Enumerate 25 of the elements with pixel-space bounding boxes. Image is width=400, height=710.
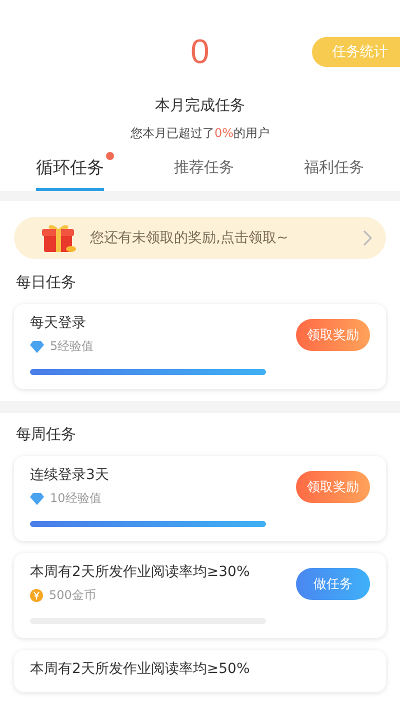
task-title: 本周有2天所发作业阅读率均≥30% bbox=[30, 563, 251, 581]
section-title: 每日任务 bbox=[15, 272, 77, 293]
gift-icon bbox=[42, 223, 76, 253]
reward-text: 10经验值 bbox=[50, 490, 102, 507]
tab[interactable]: 循环任务 bbox=[36, 150, 114, 191]
diamond-icon bbox=[30, 340, 44, 352]
count-caption: 本月完成任务 bbox=[155, 96, 245, 115]
tab[interactable]: 福利任务 bbox=[304, 150, 374, 191]
task-action-button[interactable]: 领取奖励 bbox=[296, 470, 370, 502]
diamond-icon bbox=[30, 492, 44, 504]
task-action-button[interactable]: 领取奖励 bbox=[296, 318, 370, 350]
banner-text: 您还有未领取的奖励,点击领取~ bbox=[90, 229, 290, 247]
task-action-button[interactable]: 做任务 bbox=[296, 568, 370, 600]
chevron-right-icon bbox=[363, 230, 372, 246]
rank-summary: 您本月已超过了0%的用户 bbox=[130, 125, 270, 142]
task-count: 0 bbox=[190, 32, 210, 73]
tab[interactable]: 推荐任务 bbox=[174, 150, 244, 191]
task-title: 连续登录3天 bbox=[30, 466, 110, 484]
section-title: 每周任务 bbox=[15, 424, 77, 445]
task-title: 本周有2天所发作业阅读率均≥50% bbox=[30, 660, 251, 678]
reward-banner[interactable]: 您还有未领取的奖励,点击领取~ bbox=[14, 217, 386, 259]
coin-icon bbox=[30, 589, 43, 602]
reward-text: 500金币 bbox=[49, 587, 96, 604]
reward-text: 5经验值 bbox=[50, 338, 94, 355]
task-title: 每天登录 bbox=[30, 314, 87, 332]
